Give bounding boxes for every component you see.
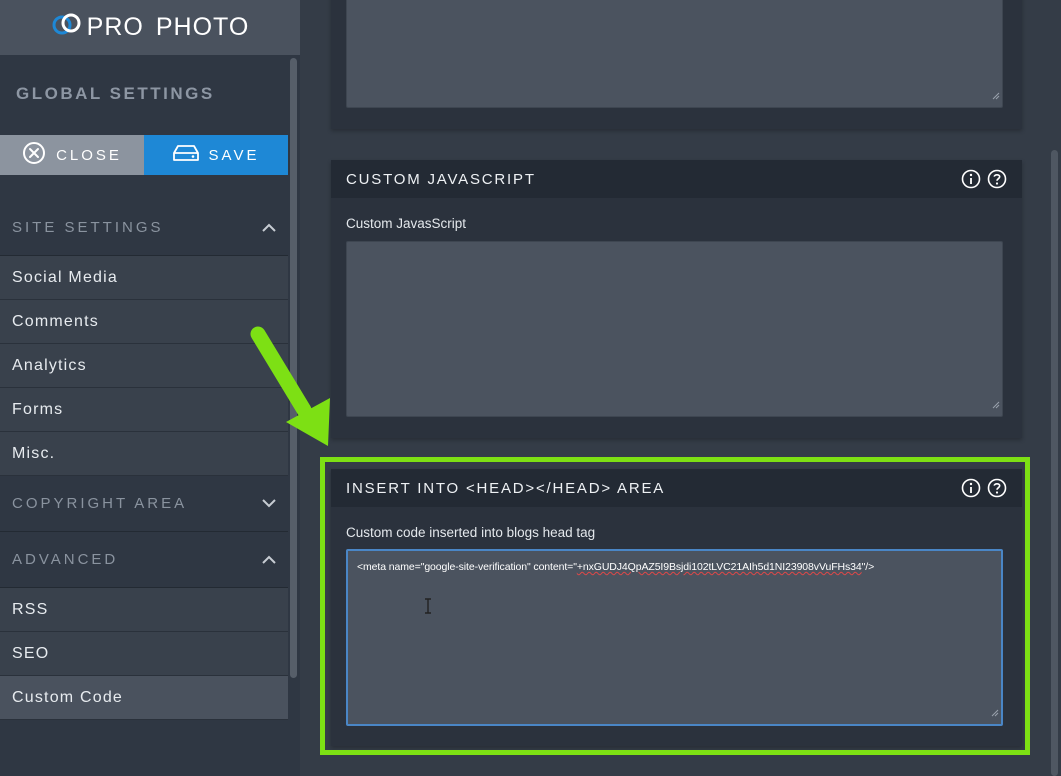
code-token: +nxGUDJ4QpAZ5I9Bsjdi102tLVC21AIh5d1NI239… [576, 561, 862, 573]
close-circle-icon [22, 141, 56, 169]
sidebar-item-label: Custom Code [12, 688, 124, 706]
panel-header: CUSTOM JAVASCRIPT [331, 160, 1022, 198]
prophoto-rings-icon [51, 13, 87, 42]
section-site-settings[interactable]: SITE SETTINGS [0, 200, 288, 256]
logo-text-pro: PRO [86, 13, 144, 41]
sidebar-item-rss[interactable]: RSS [0, 588, 288, 632]
sidebar-item-label: Misc. [12, 444, 56, 462]
text-cursor-icon [424, 598, 432, 619]
close-button-label: CLOSE [56, 146, 122, 164]
code-prefix: <meta name="google-site-verification" co… [357, 561, 577, 573]
sidebar-item-label: Forms [12, 400, 64, 418]
help-icon[interactable] [987, 169, 1007, 189]
sidebar-item-forms[interactable]: Forms [0, 388, 288, 432]
sidebar-item-comments[interactable]: Comments [0, 300, 288, 344]
main-scrollbar[interactable] [1051, 150, 1058, 776]
section-advanced[interactable]: ADVANCED [0, 532, 288, 588]
panel-header: INSERT INTO <HEAD></HEAD> AREA [331, 469, 1022, 507]
nav-site-settings: SITE SETTINGS Social Media Comments Anal… [0, 200, 288, 720]
custom-css-textarea[interactable] [346, 0, 1003, 108]
sidebar-item-misc[interactable]: Misc. [0, 432, 288, 476]
sidebar-item-label: Social Media [12, 268, 119, 286]
custom-javascript-label: Custom JavasScript [346, 216, 467, 231]
section-copyright-area[interactable]: COPYRIGHT AREA [0, 476, 288, 532]
panel-insert-head: INSERT INTO <HEAD></HEAD> AREA Custom co… [331, 469, 1022, 746]
head-code-value: <meta name="google-site-verification" co… [357, 561, 874, 573]
sidebar-item-analytics[interactable]: Analytics [0, 344, 288, 388]
panel-custom-javascript: CUSTOM JAVASCRIPT Custom JavasScript [331, 160, 1022, 438]
sidebar-item-social-media[interactable]: Social Media [0, 256, 288, 300]
sidebar-item-label: RSS [12, 600, 49, 618]
head-code-label: Custom code inserted into blogs head tag [346, 525, 596, 540]
logo: PRO PHOTO [0, 0, 300, 55]
panel-title: INSERT INTO <HEAD></HEAD> AREA [346, 479, 666, 497]
save-button-label: SAVE [208, 146, 260, 164]
panel-custom-css [331, 0, 1022, 129]
logo-text-photo: PHOTO [155, 13, 250, 41]
section-label: SITE SETTINGS [12, 219, 164, 236]
resize-grip-icon[interactable] [992, 87, 1000, 105]
main-content: CUSTOM JAVASCRIPT Custom JavasScript INS… [300, 0, 1061, 776]
chevron-down-icon [262, 495, 276, 512]
info-icon[interactable] [961, 478, 981, 498]
panel-title: CUSTOM JAVASCRIPT [346, 170, 536, 188]
action-buttons: CLOSE SAVE [0, 135, 288, 175]
sidebar-item-label: Analytics [12, 356, 87, 374]
section-label: COPYRIGHT AREA [12, 495, 188, 512]
save-button[interactable]: SAVE [144, 135, 288, 175]
chevron-up-icon [262, 219, 276, 236]
hard-drive-icon [172, 144, 209, 166]
chevron-up-icon [262, 551, 276, 568]
sidebar-item-label: SEO [12, 644, 50, 662]
code-suffix: "/> [861, 561, 875, 573]
close-button[interactable]: CLOSE [0, 135, 144, 175]
sidebar-item-custom-code[interactable]: Custom Code [0, 676, 288, 720]
info-icon[interactable] [961, 169, 981, 189]
sidebar-title: GLOBAL SETTINGS [16, 84, 215, 103]
custom-javascript-textarea[interactable] [346, 241, 1003, 417]
resize-grip-icon[interactable] [992, 396, 1000, 414]
sidebar-item-seo[interactable]: SEO [0, 632, 288, 676]
section-label: ADVANCED [12, 551, 119, 568]
green-arrow-icon [246, 322, 336, 453]
sidebar-item-label: Comments [12, 312, 99, 330]
help-icon[interactable] [987, 478, 1007, 498]
head-code-textarea[interactable]: <meta name="google-site-verification" co… [346, 549, 1003, 726]
resize-grip-icon[interactable] [991, 704, 999, 722]
